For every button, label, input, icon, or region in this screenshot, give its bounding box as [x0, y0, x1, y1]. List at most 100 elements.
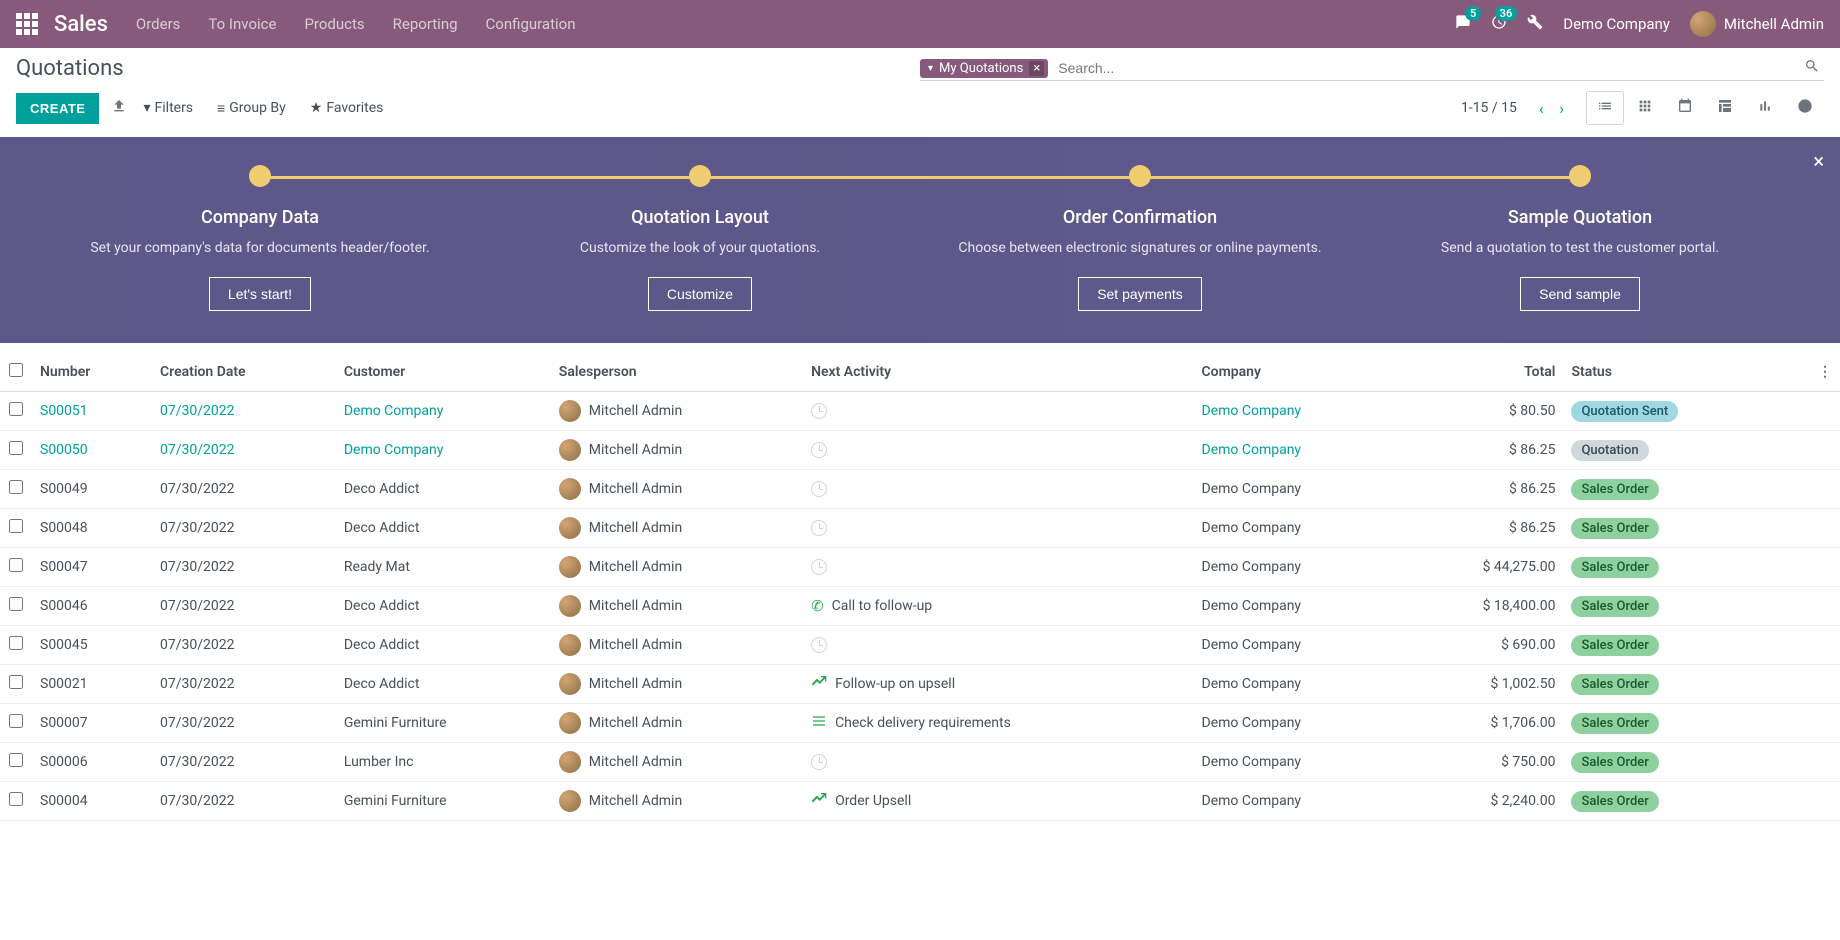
cell-activity[interactable] [803, 509, 1193, 548]
cell-salesperson[interactable]: Mitchell Admin [551, 392, 803, 431]
cell-customer[interactable]: Deco Addict [336, 665, 551, 704]
cell-company[interactable]: Demo Company [1194, 782, 1403, 821]
cell-activity[interactable] [803, 743, 1193, 782]
col-date[interactable]: Creation Date [152, 353, 336, 392]
row-checkbox[interactable] [9, 441, 23, 455]
cell-number[interactable]: S00021 [32, 665, 152, 704]
chip-remove-icon[interactable]: × [1029, 61, 1044, 76]
table-row[interactable]: S00021 07/30/2022 Deco Addict Mitchell A… [0, 665, 1840, 704]
search-chip-my-quotations[interactable]: ▾ My Quotations × [920, 59, 1048, 78]
cell-salesperson[interactable]: Mitchell Admin [551, 470, 803, 509]
pager-next-icon[interactable]: › [1553, 99, 1570, 118]
table-row[interactable]: S00050 07/30/2022 Demo Company Mitchell … [0, 431, 1840, 470]
row-checkbox[interactable] [9, 519, 23, 533]
favorites-dropdown[interactable]: ★Favorites [310, 100, 384, 117]
cell-activity[interactable]: ✆Call to follow-up [803, 587, 1193, 626]
pager-text[interactable]: 1-15 / 15 [1461, 100, 1517, 116]
cell-number[interactable]: S00050 [32, 431, 152, 470]
cell-customer[interactable]: Demo Company [336, 392, 551, 431]
app-name[interactable]: Sales [54, 12, 108, 37]
cell-customer[interactable]: Ready Mat [336, 548, 551, 587]
cell-company[interactable]: Demo Company [1194, 431, 1403, 470]
col-salesperson[interactable]: Salesperson [551, 353, 803, 392]
discuss-icon[interactable]: 5 [1455, 14, 1471, 34]
col-status[interactable]: Status [1563, 353, 1785, 392]
cell-salesperson[interactable]: Mitchell Admin [551, 704, 803, 743]
select-all-checkbox[interactable] [9, 363, 23, 377]
company-switcher[interactable]: Demo Company [1563, 15, 1670, 33]
list-view-icon[interactable] [1586, 91, 1624, 125]
table-row[interactable]: S00004 07/30/2022 Gemini Furniture Mitch… [0, 782, 1840, 821]
activities-icon[interactable]: 36 [1491, 14, 1507, 34]
cell-customer[interactable]: Deco Addict [336, 587, 551, 626]
cell-company[interactable]: Demo Company [1194, 626, 1403, 665]
table-row[interactable]: S00051 07/30/2022 Demo Company Mitchell … [0, 392, 1840, 431]
columns-kebab-icon[interactable]: ⋮ [1818, 364, 1832, 380]
row-checkbox[interactable] [9, 480, 23, 494]
cell-number[interactable]: S00051 [32, 392, 152, 431]
cell-number[interactable]: S00004 [32, 782, 152, 821]
col-total[interactable]: Total [1403, 353, 1564, 392]
col-customer[interactable]: Customer [336, 353, 551, 392]
cell-company[interactable]: Demo Company [1194, 509, 1403, 548]
cell-company[interactable]: Demo Company [1194, 665, 1403, 704]
table-row[interactable]: S00049 07/30/2022 Deco Addict Mitchell A… [0, 470, 1840, 509]
nav-orders[interactable]: Orders [136, 15, 181, 33]
cell-salesperson[interactable]: Mitchell Admin [551, 626, 803, 665]
cell-salesperson[interactable]: Mitchell Admin [551, 509, 803, 548]
clock-icon[interactable] [811, 481, 827, 497]
clock-icon[interactable] [811, 442, 827, 458]
nav-products[interactable]: Products [304, 15, 364, 33]
cell-company[interactable]: Demo Company [1194, 587, 1403, 626]
pivot-view-icon[interactable] [1706, 91, 1744, 125]
cell-salesperson[interactable]: Mitchell Admin [551, 782, 803, 821]
cell-activity[interactable] [803, 392, 1193, 431]
row-checkbox[interactable] [9, 792, 23, 806]
cell-number[interactable]: S00047 [32, 548, 152, 587]
table-row[interactable]: S00048 07/30/2022 Deco Addict Mitchell A… [0, 509, 1840, 548]
cell-activity[interactable] [803, 470, 1193, 509]
cell-salesperson[interactable]: Mitchell Admin [551, 431, 803, 470]
user-menu[interactable]: Mitchell Admin [1690, 11, 1824, 37]
search-icon[interactable] [1800, 58, 1824, 78]
kanban-view-icon[interactable] [1626, 91, 1664, 125]
row-checkbox[interactable] [9, 753, 23, 767]
cell-company[interactable]: Demo Company [1194, 704, 1403, 743]
cell-salesperson[interactable]: Mitchell Admin [551, 665, 803, 704]
cell-number[interactable]: S00046 [32, 587, 152, 626]
cell-customer[interactable]: Deco Addict [336, 509, 551, 548]
row-checkbox[interactable] [9, 636, 23, 650]
activity-view-icon[interactable] [1786, 91, 1824, 125]
cell-customer[interactable]: Deco Addict [336, 626, 551, 665]
cell-customer[interactable]: Gemini Furniture [336, 704, 551, 743]
filters-dropdown[interactable]: ▾Filters [143, 100, 193, 117]
cell-company[interactable]: Demo Company [1194, 548, 1403, 587]
row-checkbox[interactable] [9, 597, 23, 611]
banner-close-icon[interactable]: × [1813, 149, 1824, 173]
cell-company[interactable]: Demo Company [1194, 743, 1403, 782]
calendar-view-icon[interactable] [1666, 91, 1704, 125]
cell-activity[interactable] [803, 626, 1193, 665]
step-button[interactable]: Send sample [1520, 277, 1640, 311]
cell-activity[interactable]: Check delivery requirements [803, 704, 1193, 743]
row-checkbox[interactable] [9, 402, 23, 416]
table-row[interactable]: S00007 07/30/2022 Gemini Furniture Mitch… [0, 704, 1840, 743]
debug-icon[interactable] [1527, 14, 1543, 34]
cell-number[interactable]: S00007 [32, 704, 152, 743]
nav-to-invoice[interactable]: To Invoice [208, 15, 276, 33]
cell-activity[interactable]: Follow-up on upsell [803, 665, 1193, 704]
cell-customer[interactable]: Gemini Furniture [336, 782, 551, 821]
table-row[interactable]: S00006 07/30/2022 Lumber Inc Mitchell Ad… [0, 743, 1840, 782]
create-button[interactable]: CREATE [16, 93, 99, 124]
table-row[interactable]: S00047 07/30/2022 Ready Mat Mitchell Adm… [0, 548, 1840, 587]
clock-icon[interactable] [811, 403, 827, 419]
cell-company[interactable]: Demo Company [1194, 392, 1403, 431]
cell-number[interactable]: S00045 [32, 626, 152, 665]
table-row[interactable]: S00046 07/30/2022 Deco Addict Mitchell A… [0, 587, 1840, 626]
cell-customer[interactable]: Deco Addict [336, 470, 551, 509]
row-checkbox[interactable] [9, 714, 23, 728]
cell-number[interactable]: S00048 [32, 509, 152, 548]
row-checkbox[interactable] [9, 558, 23, 572]
clock-icon[interactable] [811, 520, 827, 536]
cell-activity[interactable]: Order Upsell [803, 782, 1193, 821]
